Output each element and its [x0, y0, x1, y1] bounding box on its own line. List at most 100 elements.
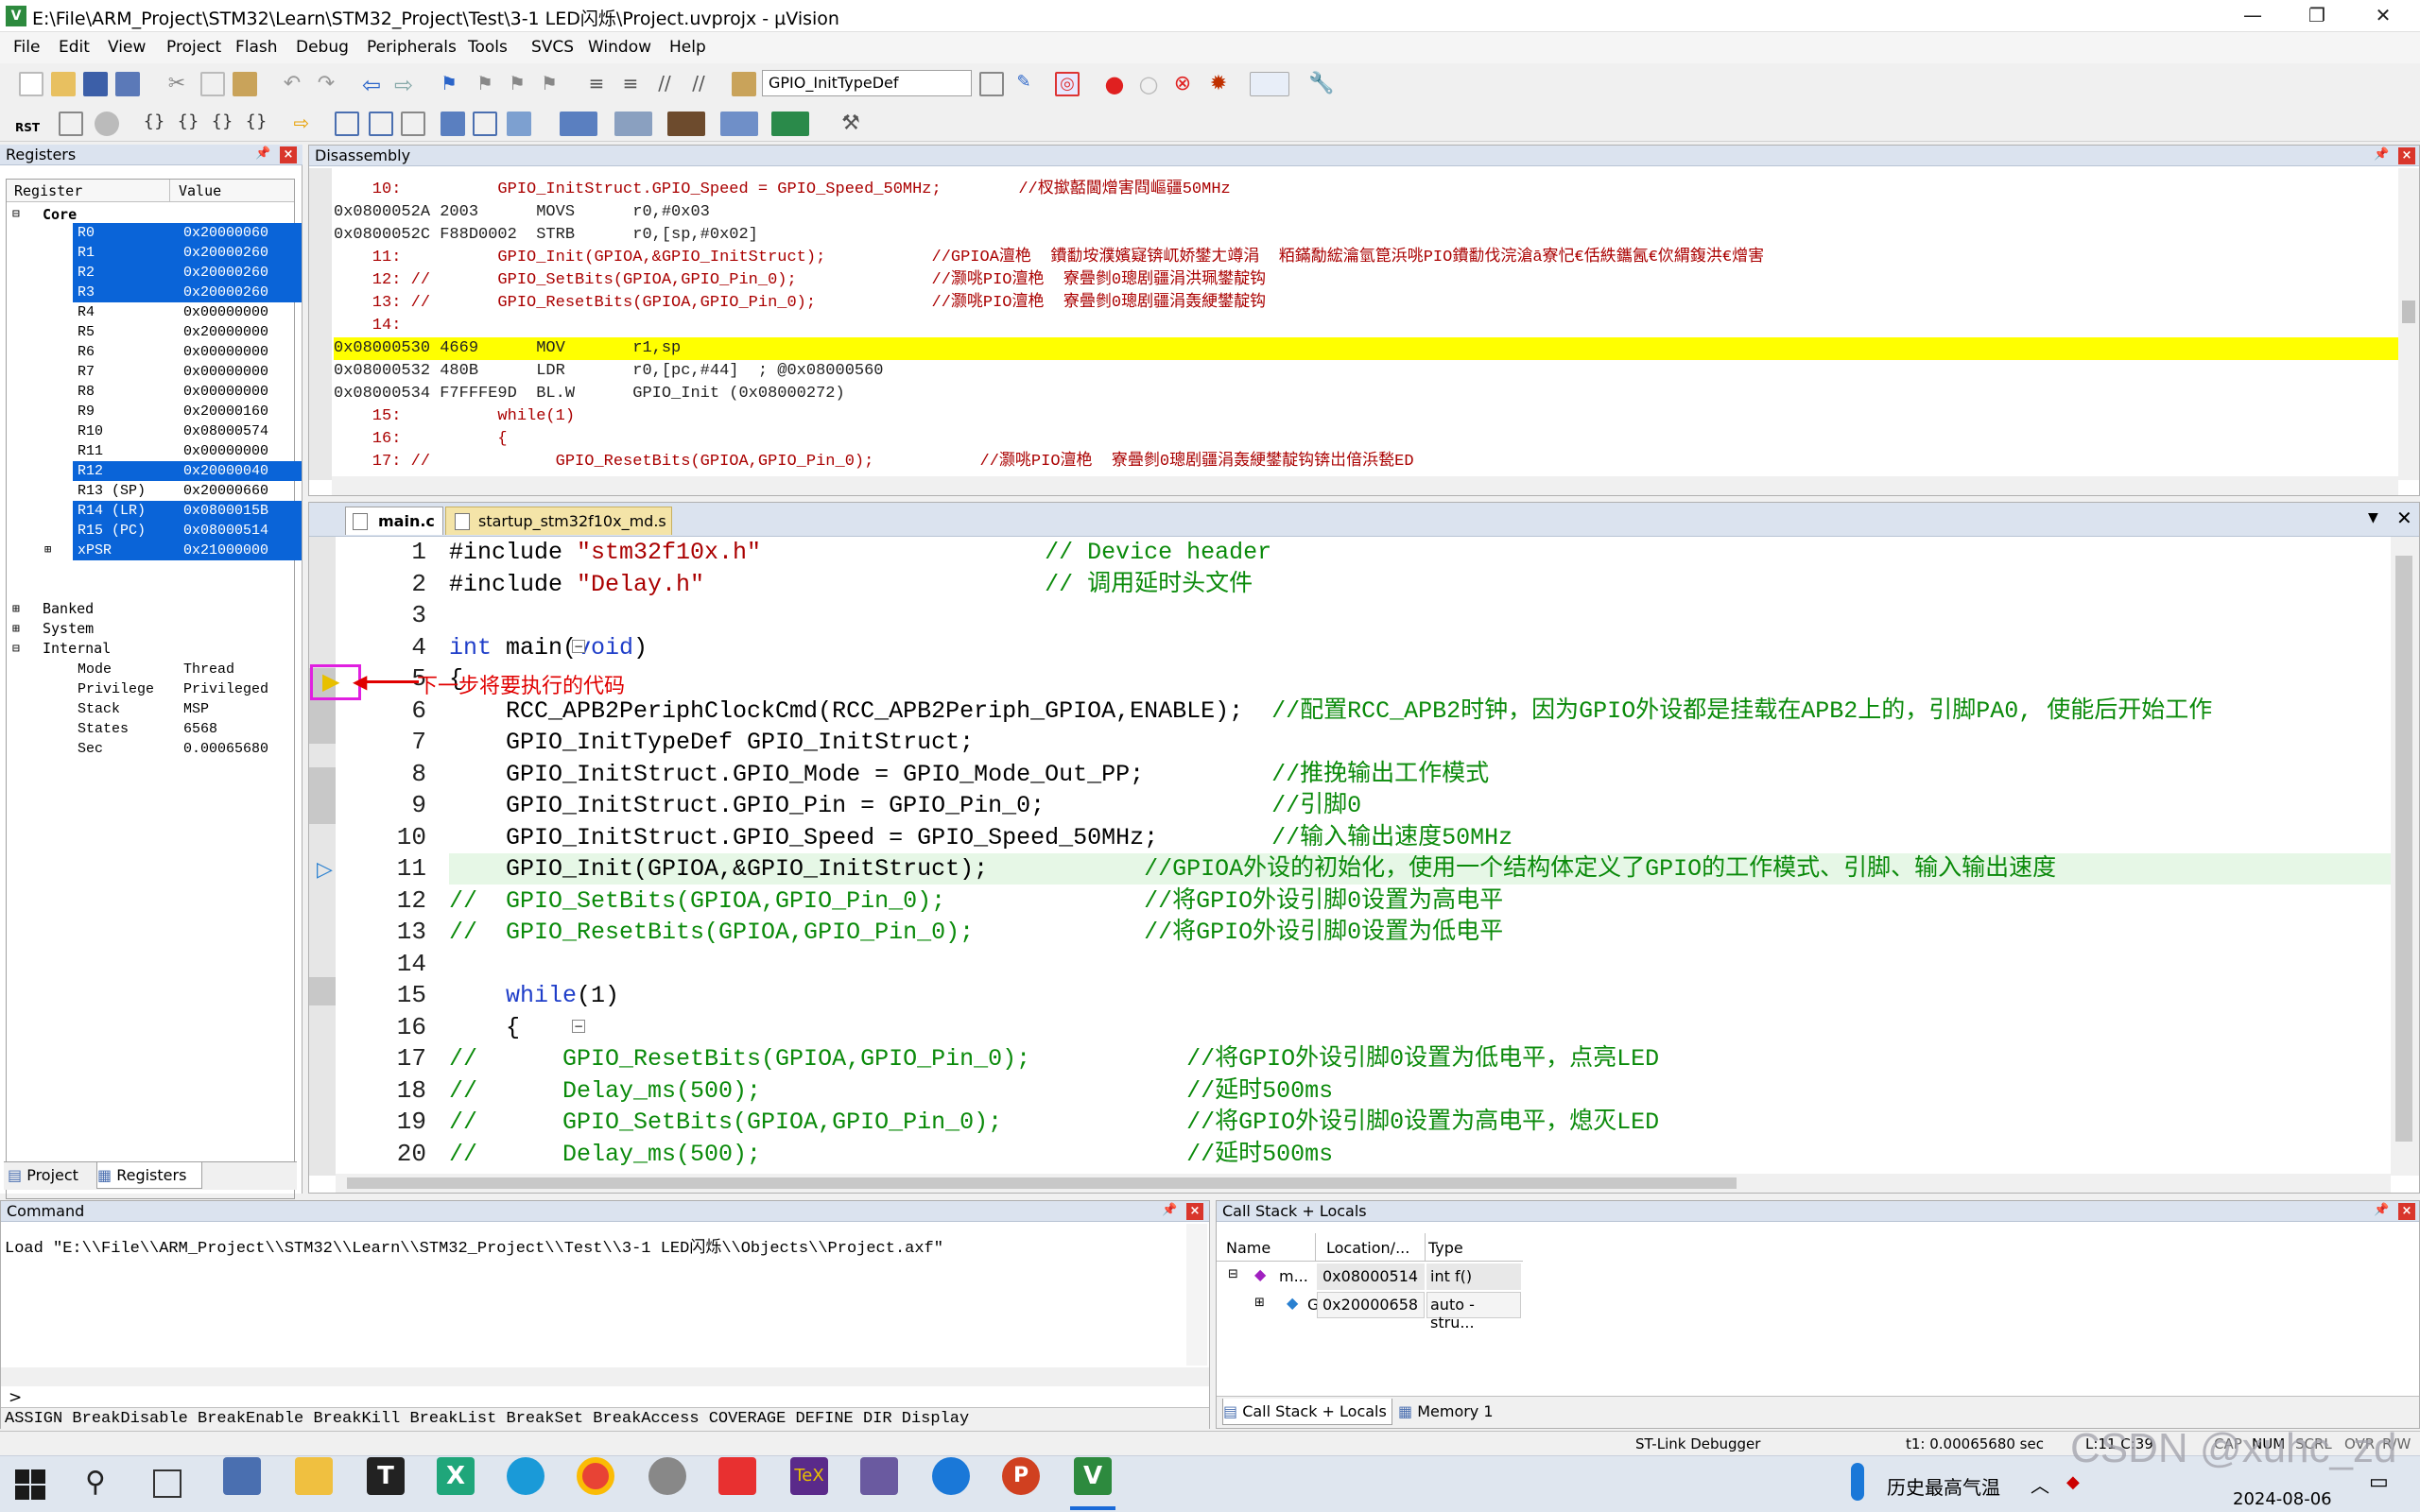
- find-in-files-icon[interactable]: [732, 72, 756, 96]
- code-line[interactable]: 9 GPIO_InitStruct.GPIO_Pin = GPIO_Pin_0;…: [1, 790, 2081, 821]
- tab-callstack[interactable]: ▤ Call Stack + Locals: [1222, 1399, 1392, 1425]
- code-line[interactable]: 17 // GPIO_ResetBits(GPIOA,GPIO_Pin_0); /…: [1, 1043, 2081, 1074]
- code-line[interactable]: 7 GPIO_InitTypeDef GPIO_InitStruct;: [1, 727, 2081, 758]
- run-to-cursor-icon[interactable]: {}: [244, 112, 268, 136]
- save-icon[interactable]: [83, 72, 108, 96]
- fold-toggle-icon[interactable]: −: [572, 1019, 585, 1033]
- close-pane-icon[interactable]: ×: [280, 146, 297, 163]
- notification-icon[interactable]: ▭: [2369, 1470, 2389, 1494]
- disassembly-line[interactable]: 13: // GPIO_ResetBits(GPIOA,GPIO_Pin_0);…: [334, 292, 1266, 315]
- code-area[interactable]: 1 #include "stm32f10x.h" // Device header…: [1, 537, 2393, 1179]
- disable-all-breakpoints-icon[interactable]: ⊗: [1170, 72, 1195, 96]
- disassembly-line[interactable]: 14:: [334, 315, 411, 337]
- tab-startup[interactable]: startup_stm32f10x_md.s: [445, 507, 672, 535]
- menu-view[interactable]: View: [108, 38, 146, 57]
- code-line[interactable]: 11 GPIO_Init(GPIOA,&GPIO_InitStruct); //…: [1, 853, 2393, 885]
- disassembly-line[interactable]: 17: // GPIO_ResetBits(GPIOA,GPIO_Pin_0);…: [334, 451, 1414, 473]
- step-over-icon[interactable]: {}: [176, 112, 200, 136]
- xmind-icon[interactable]: X: [437, 1457, 475, 1495]
- tray-app-icon[interactable]: ◆: [2066, 1472, 2080, 1492]
- menu-tools[interactable]: Tools: [468, 38, 508, 57]
- code-line[interactable]: 20 // Delay_ms(500); //延时500ms: [1, 1139, 2081, 1170]
- bookmark-next-icon[interactable]: ⚑: [505, 72, 529, 96]
- typora-icon[interactable]: T: [367, 1457, 405, 1495]
- pin-icon[interactable]: 📌: [2374, 147, 2389, 162]
- menu-flash[interactable]: Flash: [235, 38, 278, 57]
- minimize-button[interactable]: —: [2223, 0, 2282, 32]
- bookmark-icon[interactable]: ⚑: [437, 72, 461, 96]
- paste-icon[interactable]: [233, 72, 257, 96]
- restore-button[interactable]: ❐: [2288, 0, 2346, 32]
- run-icon[interactable]: [59, 112, 83, 136]
- disassembly-line[interactable]: 0x0800052C F88D0002 STRB r0,[sp,#0x02]: [334, 224, 758, 247]
- edge-browser-icon[interactable]: [507, 1457, 544, 1495]
- disassembly-line[interactable]: 0x0800052A 2003 MOVS r0,#0x03: [334, 201, 710, 224]
- close-pane-icon[interactable]: ×: [1186, 1203, 1203, 1220]
- disassembly-line[interactable]: 12: // GPIO_SetBits(GPIOA,GPIO_Pin_0); /…: [334, 269, 1266, 292]
- bookmark-prev-icon[interactable]: ⚑: [473, 72, 497, 96]
- app-icon[interactable]: [718, 1457, 756, 1495]
- search-app-icon[interactable]: [932, 1457, 970, 1495]
- pin-icon[interactable]: 📌: [1162, 1203, 1177, 1217]
- disassembly-line[interactable]: 0x08000532 480B LDR r0,[pc,#44] ; @0x080…: [334, 360, 884, 383]
- nav-back-icon[interactable]: ⇦: [359, 72, 384, 98]
- watch-window-icon[interactable]: [507, 112, 531, 136]
- clock-date[interactable]: 2024-08-06: [2233, 1489, 2332, 1509]
- tab-memory[interactable]: ▦ Memory 1: [1398, 1399, 1512, 1425]
- disassembly-line[interactable]: 10: GPIO_InitStruct.GPIO_Speed = GPIO_Sp…: [334, 179, 1231, 201]
- disassembly-line[interactable]: 15: while(1): [334, 405, 575, 428]
- code-line[interactable]: 19 // GPIO_SetBits(GPIOA,GPIO_Pin_0); //将…: [1, 1107, 2081, 1138]
- find-icon[interactable]: [979, 72, 1004, 96]
- close-button[interactable]: ✕: [2354, 0, 2412, 32]
- editor-vscroll[interactable]: [2391, 537, 2419, 1176]
- task-view-icon[interactable]: [153, 1469, 182, 1498]
- symbols-window-icon[interactable]: [401, 112, 425, 136]
- disassembly-line[interactable]: 16: {: [334, 428, 508, 451]
- menu-peripherals[interactable]: Peripherals: [367, 38, 457, 57]
- toolbox-icon[interactable]: ⚒: [832, 112, 870, 136]
- callstack-row[interactable]: ⊟ ◆ m... 0x08000514 int f(): [1217, 1263, 1523, 1292]
- serial-window-icon[interactable]: [614, 112, 652, 136]
- calculator-icon[interactable]: [223, 1457, 261, 1495]
- command-hscroll[interactable]: [1, 1367, 1209, 1386]
- pin-icon[interactable]: 📌: [255, 146, 270, 161]
- scroll-thumb[interactable]: [2402, 301, 2415, 323]
- current-instruction-line[interactable]: 0x08000530 4669 MOV r1,sp: [334, 337, 2400, 360]
- callstack-row[interactable]: ⊞ ◆ G 0x20000658 auto - stru...: [1217, 1292, 1523, 1332]
- menu-debug[interactable]: Debug: [296, 38, 349, 57]
- register-value[interactable]: 0x0800015B: [183, 501, 268, 521]
- app-icon[interactable]: [860, 1457, 898, 1495]
- register-row[interactable]: R13 (SP) 0x20000660: [7, 481, 300, 501]
- undo-icon[interactable]: ↶: [280, 72, 304, 96]
- file-explorer-icon[interactable]: [295, 1457, 333, 1495]
- registers-window-icon[interactable]: [441, 112, 465, 136]
- menu-edit[interactable]: Edit: [59, 38, 90, 57]
- configure-icon[interactable]: 🔧: [1308, 72, 1334, 96]
- window-layout-icon[interactable]: [1250, 72, 1289, 96]
- code-line[interactable]: 2 #include "Delay.h" // 调用延时头文件: [1, 569, 2081, 600]
- pin-icon[interactable]: 📌: [2374, 1203, 2389, 1217]
- register-row[interactable]: R14 (LR) 0x0800015B: [7, 501, 302, 521]
- disassembly-vscroll[interactable]: [2398, 168, 2419, 480]
- reset-button[interactable]: RST: [15, 112, 40, 136]
- menu-svcs[interactable]: SVCS: [531, 38, 574, 57]
- windows-start-icon[interactable]: [15, 1469, 45, 1500]
- close-pane-icon[interactable]: ×: [2398, 1203, 2415, 1220]
- uncomment-icon[interactable]: //: [686, 72, 711, 96]
- nav-forward-icon[interactable]: ⇨: [391, 72, 416, 98]
- new-file-icon[interactable]: [19, 72, 43, 96]
- register-value[interactable]: 0x20000660: [183, 481, 268, 501]
- incremental-find-icon[interactable]: ✎: [1011, 72, 1036, 96]
- code-line[interactable]: 14: [1, 949, 2081, 980]
- code-line[interactable]: 10 GPIO_InitStruct.GPIO_Speed = GPIO_Spe…: [1, 822, 2081, 853]
- hscroll-thumb[interactable]: [347, 1177, 1737, 1189]
- indent-icon[interactable]: ≡: [584, 72, 609, 96]
- system-viewer-icon[interactable]: [771, 112, 809, 136]
- call-stack-window-icon[interactable]: [473, 112, 497, 136]
- kill-all-breakpoints-icon[interactable]: ✹: [1206, 72, 1231, 96]
- disassembly-window-icon[interactable]: [369, 112, 393, 136]
- command-vscroll[interactable]: [1186, 1224, 1207, 1366]
- command-window-icon[interactable]: [335, 112, 359, 136]
- code-line[interactable]: 18 // Delay_ms(500); //延时500ms: [1, 1075, 2081, 1107]
- search-icon[interactable]: ⚲: [85, 1466, 106, 1499]
